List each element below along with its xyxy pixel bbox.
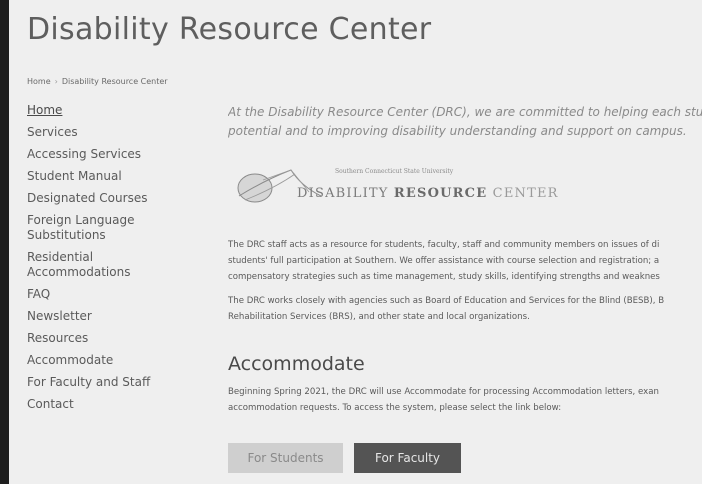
for-students-button[interactable]: For Students <box>228 443 343 473</box>
sidebar-item-newsletter[interactable]: Newsletter <box>27 309 207 324</box>
about-paragraph-2: The DRC works closely with agencies such… <box>228 293 702 325</box>
logo-university-name: Southern Connecticut State University <box>335 168 454 175</box>
logo-word-center: CENTER <box>492 186 559 201</box>
sidebar-item-services[interactable]: Services <box>27 125 207 140</box>
breadcrumb-current: Disability Resource Center <box>61 77 168 86</box>
paragraph-line: The DRC staff acts as a resource for stu… <box>228 240 660 250</box>
breadcrumb-separator: › <box>54 77 58 86</box>
accommodate-heading: Accommodate <box>228 353 365 375</box>
breadcrumb-home-link[interactable]: Home <box>27 77 51 86</box>
paragraph-line: The DRC works closely with agencies such… <box>228 296 665 306</box>
accommodate-paragraph: Beginning Spring 2021, the DRC will use … <box>228 384 702 416</box>
sidebar-item-student-manual[interactable]: Student Manual <box>27 169 207 184</box>
intro-line: potential and to improving disability un… <box>228 124 687 138</box>
sidebar-item-resources[interactable]: Resources <box>27 331 207 346</box>
sidebar-item-accessing-services[interactable]: Accessing Services <box>27 147 207 162</box>
paragraph-line: compensatory strategies such as time man… <box>228 272 660 282</box>
about-paragraph-1: The DRC staff acts as a resource for stu… <box>228 237 702 285</box>
breadcrumb: Home › Disability Resource Center <box>27 77 168 86</box>
for-faculty-button[interactable]: For Faculty <box>354 443 461 473</box>
sidebar-item-contact[interactable]: Contact <box>27 397 207 412</box>
paragraph-line: Rehabilitation Services (BRS), and other… <box>228 312 530 322</box>
sidebar-item-home[interactable]: Home <box>27 103 207 118</box>
sidebar-item-accommodate[interactable]: Accommodate <box>27 353 207 368</box>
intro-text: At the Disability Resource Center (DRC),… <box>228 103 702 141</box>
paragraph-line: accommodation requests. To access the sy… <box>228 403 562 413</box>
paragraph-line: Beginning Spring 2021, the DRC will use … <box>228 387 659 397</box>
sidebar-item-residential-accommodations[interactable]: Residential Accommodations <box>27 250 147 280</box>
page-title: Disability Resource Center <box>27 12 432 47</box>
paragraph-line: students' full participation at Southern… <box>228 256 660 266</box>
intro-line: At the Disability Resource Center (DRC),… <box>228 105 702 119</box>
logo-word-disability: DISABILITY <box>297 186 389 201</box>
sidebar-item-faq[interactable]: FAQ <box>27 287 207 302</box>
logo-wordmark: DISABILITY RESOURCE CENTER <box>297 186 559 201</box>
sidebar-item-foreign-language-substitutions[interactable]: Foreign Language Substitutions <box>27 213 147 243</box>
logo-word-resource: RESOURCE <box>393 186 488 201</box>
drc-logo: Southern Connecticut State University DI… <box>237 166 557 210</box>
sidebar-nav: Home Services Accessing Services Student… <box>27 103 207 419</box>
sidebar-item-faculty-staff[interactable]: For Faculty and Staff <box>27 375 207 390</box>
browser-viewport: Disability Resource Center Home › Disabili… <box>9 0 702 484</box>
sidebar-item-designated-courses[interactable]: Designated Courses <box>27 191 207 206</box>
